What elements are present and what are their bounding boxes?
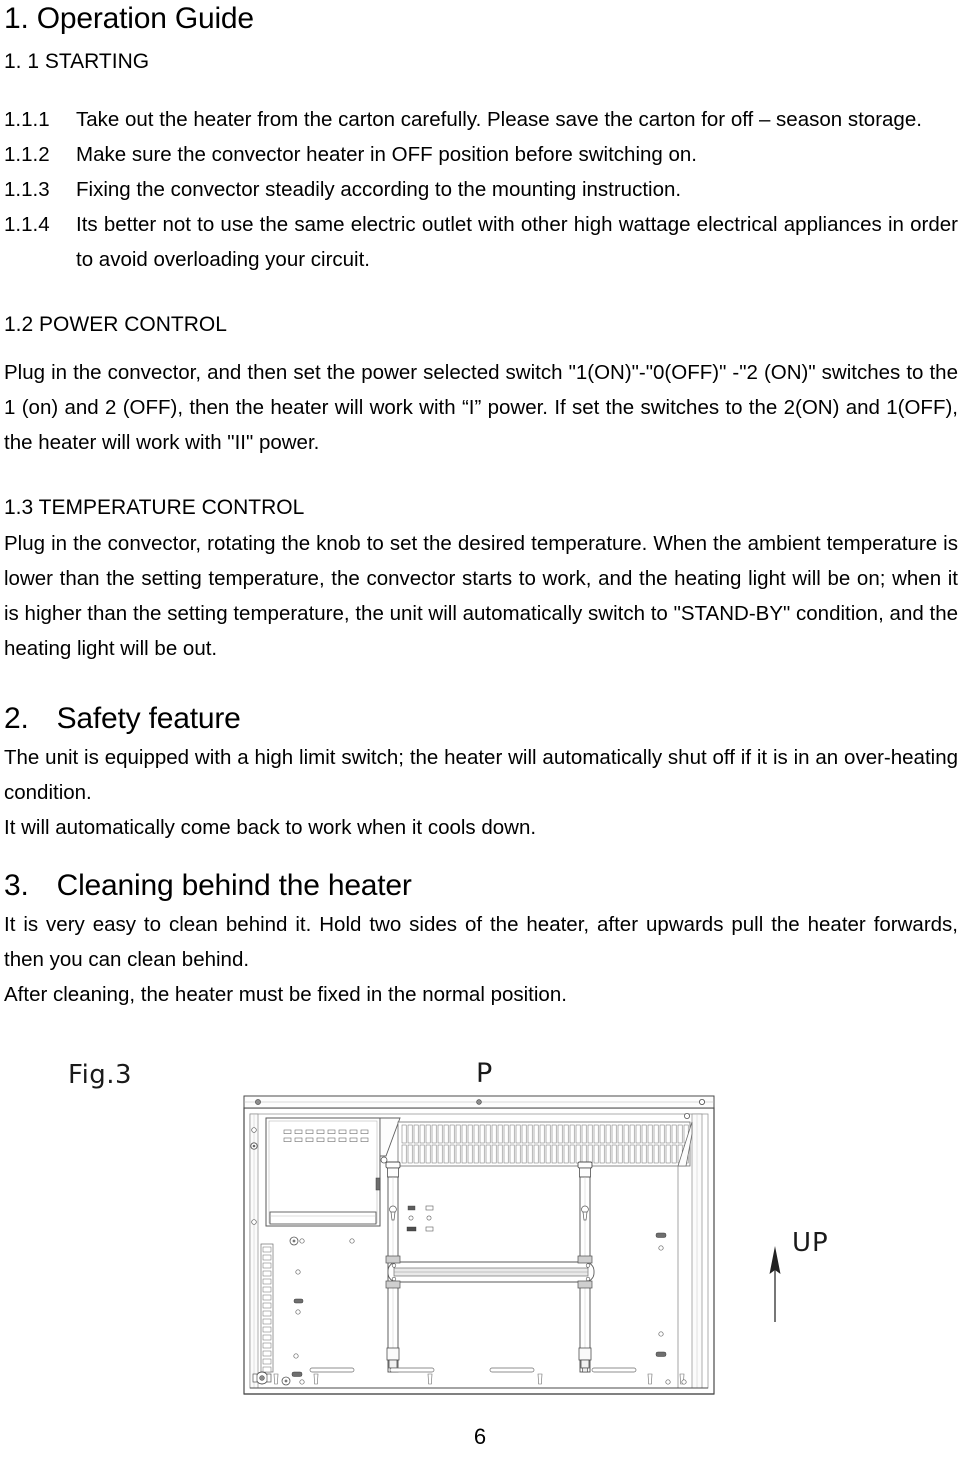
heading-number: 3.	[4, 869, 29, 902]
list-item: 1.1.1 Take out the heater from the carto…	[4, 102, 958, 137]
list-item-text: Make sure the convector heater in OFF po…	[76, 143, 698, 166]
list-item-number: 1.1.3	[4, 178, 50, 201]
heading-1-2-power-control: 1.2 POWER CONTROL	[4, 313, 227, 336]
paragraph-cleaning-2: After cleaning, the heater must be fixed…	[4, 983, 567, 1006]
paragraph-temperature-control: Plug in the convector, rotating the knob…	[4, 532, 958, 660]
figure-3: Fig.3 P UP	[0, 1052, 960, 1412]
up-arrow-icon	[769, 1246, 781, 1322]
paragraph-safety-1: The unit is equipped with a high limit s…	[4, 746, 958, 804]
figure-direction-label: UP	[792, 1228, 829, 1258]
page-title: 1. Operation Guide	[4, 2, 254, 35]
figure-caption: Fig.3	[68, 1060, 133, 1090]
heater-rear-view-diagram	[243, 1095, 715, 1395]
list-item: 1.1.2 Make sure the convector heater in …	[4, 137, 958, 172]
list-item: 1.1.4 Its better not to use the same ele…	[4, 207, 958, 277]
figure-pointer-label: P	[476, 1058, 493, 1089]
page-number: 6	[473, 1424, 487, 1449]
heading-1-3-temperature-control: 1.3 TEMPERATURE CONTROL	[4, 496, 305, 519]
document-page: 1. Operation Guide 1. 1 STARTING 1.1.1 T…	[0, 0, 960, 1464]
heading-number: 2.	[4, 702, 29, 735]
heading-3-cleaning: 3. Cleaning behind the heater	[4, 867, 958, 905]
heading-2-safety-feature: 2. Safety feature	[4, 700, 958, 738]
list-item-number: 1.1.2	[4, 143, 50, 166]
list-item-number: 1.1.4	[4, 213, 50, 236]
list-item-text: Its better not to use the same electric …	[76, 213, 958, 271]
heading-text: Cleaning behind the heater	[56, 869, 412, 902]
heading-text: Safety feature	[56, 702, 241, 735]
heading-1-1-starting: 1. 1 STARTING	[4, 50, 150, 73]
paragraph-cleaning-1: It is very easy to clean behind it. Hold…	[4, 913, 958, 971]
list-item-number: 1.1.1	[4, 108, 50, 131]
paragraph-power-control: Plug in the convector, and then set the …	[4, 361, 958, 454]
list-item-text: Fixing the convector steadily according …	[76, 178, 682, 201]
list-item-text: Take out the heater from the carton care…	[76, 108, 922, 131]
document-content: 1. Operation Guide 1. 1 STARTING 1.1.1 T…	[4, 0, 958, 1012]
paragraph-safety-2: It will automatically come back to work …	[4, 816, 537, 839]
list-item: 1.1.3 Fixing the convector steadily acco…	[4, 172, 958, 207]
